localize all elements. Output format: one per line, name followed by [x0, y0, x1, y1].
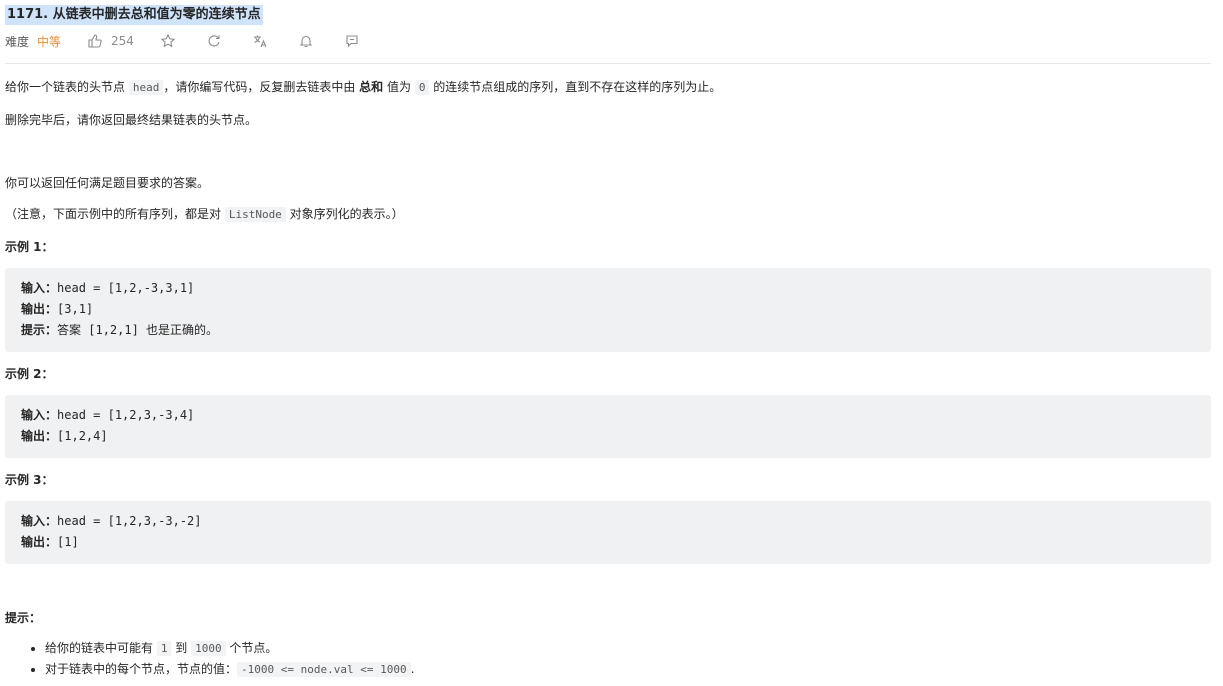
description-paragraph-1: 给你一个链表的头节点 head ，请你编写代码，反复删去链表中由 总和 值为 0 … [5, 80, 722, 95]
comment-icon[interactable] [344, 33, 360, 49]
constraints-heading: 提示： [5, 611, 42, 625]
list-item: 给你的链表中可能有 1 到 1000 个节点。 [45, 638, 414, 659]
like-count: 254 [111, 34, 134, 48]
thumbs-up-icon[interactable] [87, 33, 103, 49]
translate-icon[interactable] [252, 33, 268, 49]
example-1-code-block: 输入：head = [1,2,-3,3,1] 输出：[3,1] 提示：答案 [1… [5, 268, 1211, 352]
description-paragraph-4: （注意，下面示例中的所有序列，都是对 ListNode 对象序列化的表示。） [5, 207, 404, 222]
description-paragraph-3: 你可以返回任何满足题目要求的答案。 [5, 176, 210, 190]
difficulty-value: 中等 [37, 34, 62, 49]
problem-title: 1171. 从链表中删去总和值为零的连续节点 [5, 5, 263, 25]
star-icon[interactable] [160, 33, 176, 49]
refresh-icon[interactable] [206, 33, 222, 49]
constraints-list: 给你的链表中可能有 1 到 1000 个节点。 对于链表中的每个节点，节点的值：… [5, 638, 414, 680]
example-2-code-block: 输入：head = [1,2,3,-3,4] 输出：[1,2,4] [5, 395, 1211, 458]
example-3-code-block: 输入：head = [1,2,3,-3,-2] 输出：[1] [5, 501, 1211, 564]
example-2-heading: 示例 2： [5, 367, 54, 381]
bell-icon[interactable] [298, 33, 314, 49]
example-3-heading: 示例 3： [5, 473, 54, 487]
header-divider [5, 63, 1211, 64]
problem-meta-bar: 难度 中等 254 [5, 32, 360, 50]
example-1-heading: 示例 1： [5, 240, 54, 254]
description-paragraph-2: 删除完毕后，请你返回最终结果链表的头节点。 [5, 113, 258, 127]
difficulty-label: 难度 [5, 34, 30, 49]
list-item: 对于链表中的每个节点，节点的值：-1000 <= node.val <= 100… [45, 659, 414, 680]
